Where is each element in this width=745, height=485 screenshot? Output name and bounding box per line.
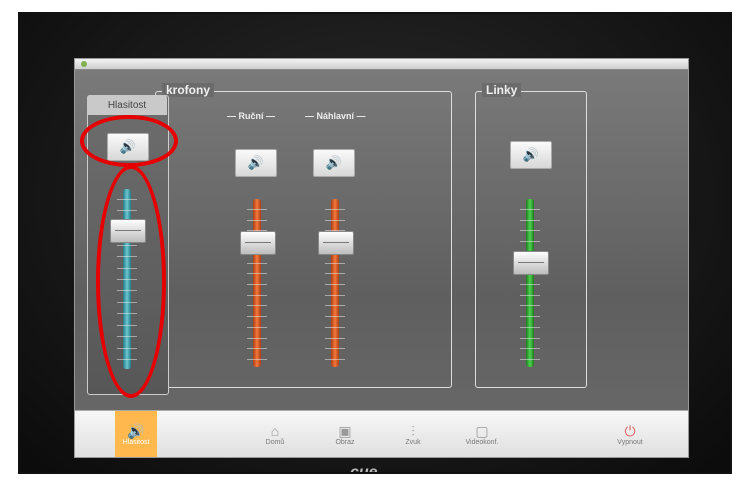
slider-tick xyxy=(520,337,540,339)
slider-tick xyxy=(247,262,267,264)
slider-tick xyxy=(247,209,267,210)
nav-label: Obraz xyxy=(335,438,355,446)
slider-tick xyxy=(520,305,540,307)
channel-label-rucni: — Ruční — xyxy=(227,111,276,121)
slider-tick xyxy=(520,219,540,221)
slider-tick xyxy=(325,294,345,296)
slider-tick xyxy=(325,262,345,264)
screen-icon: ▣ xyxy=(338,422,352,439)
nav-label: Zvuk xyxy=(405,438,421,446)
home-icon: ⌂ xyxy=(270,422,280,439)
slider-tick xyxy=(247,337,267,339)
status-dot xyxy=(81,61,87,67)
volume-popup-title: Hlasitost xyxy=(87,95,167,115)
brand-logo: cue xyxy=(350,464,378,474)
speaker-icon: 🔊 xyxy=(522,147,540,162)
slider-tick xyxy=(247,284,267,285)
slider-tick xyxy=(247,316,267,318)
slider-tick xyxy=(247,219,267,221)
videoconf-icon: ▢ xyxy=(475,422,489,439)
nav-hlasitost[interactable]: 🔊 Hlasitost xyxy=(115,411,157,457)
slider-tick xyxy=(325,209,345,210)
nav-zvuk[interactable]: ⫶ Zvuk xyxy=(393,411,433,457)
top-bar xyxy=(75,59,688,70)
slider-knob-rucni[interactable] xyxy=(240,231,276,255)
nav-videokonf[interactable]: ▢ Videokonf. xyxy=(457,411,507,457)
slider-tick xyxy=(520,230,540,232)
slider-tick xyxy=(325,326,345,328)
slider-tick xyxy=(247,273,267,275)
slider-ticks-linky xyxy=(520,209,540,360)
nav-label: Hlasitost xyxy=(122,438,150,446)
nav-domu[interactable]: ⌂ Domů xyxy=(255,411,295,457)
nav-label: Domů xyxy=(265,438,285,446)
slider-tick xyxy=(325,337,345,339)
slider-tick xyxy=(247,359,267,360)
group-title-mikrofony: krofony xyxy=(162,83,215,97)
slider-tick xyxy=(325,316,345,318)
slider-tick xyxy=(325,284,345,285)
bottom-nav-bar: 🔊 Hlasitost ⌂ Domů ▣ Obraz ⫶ Zvuk ▢ Vide… xyxy=(75,410,688,457)
mute-button-linky[interactable]: 🔊 xyxy=(510,141,552,169)
touch-screen: krofony — Ruční — — Náhlavní — 🔊 🔊 Linky… xyxy=(74,58,689,458)
slider-tick xyxy=(325,305,345,307)
slider-tick xyxy=(520,326,540,328)
highlight-oval-mute xyxy=(80,115,178,167)
equalizer-icon: ⫶ xyxy=(411,422,415,439)
nav-label: Videokonf. xyxy=(465,438,499,446)
slider-tick xyxy=(325,273,345,275)
slider-tick xyxy=(520,359,540,360)
group-mikrofony: krofony xyxy=(155,83,452,388)
nav-obraz[interactable]: ▣ Obraz xyxy=(325,411,365,457)
power-icon: ⏻ xyxy=(624,422,636,439)
mute-button-nahlavni[interactable]: 🔊 xyxy=(313,149,355,177)
nav-vypnout[interactable]: ⏻ Vypnout xyxy=(605,411,655,457)
channel-label-nahlavni: — Náhlavní — xyxy=(305,111,366,121)
slider-tick xyxy=(247,326,267,328)
slider-tick xyxy=(325,348,345,350)
nav-label: Vypnout xyxy=(617,438,643,446)
speaker-icon: 🔊 xyxy=(325,155,343,170)
slider-tick xyxy=(520,209,540,210)
slider-knob-nahlavni[interactable] xyxy=(318,231,354,255)
slider-tick xyxy=(247,348,267,350)
highlight-oval-slider xyxy=(96,165,166,398)
slider-tick xyxy=(325,359,345,360)
slider-tick xyxy=(520,316,540,318)
speaker-icon: 🔊 xyxy=(127,422,145,439)
slider-tick xyxy=(520,294,540,296)
slider-tick xyxy=(325,219,345,221)
slider-knob-linky[interactable] xyxy=(513,251,549,275)
mute-button-rucni[interactable]: 🔊 xyxy=(235,149,277,177)
slider-tick xyxy=(247,305,267,307)
slider-tick xyxy=(520,241,540,243)
slider-tick xyxy=(520,348,540,350)
speaker-icon: 🔊 xyxy=(247,155,265,170)
group-title-linky: Linky xyxy=(482,83,522,97)
slider-tick xyxy=(247,294,267,296)
slider-tick xyxy=(520,284,540,285)
